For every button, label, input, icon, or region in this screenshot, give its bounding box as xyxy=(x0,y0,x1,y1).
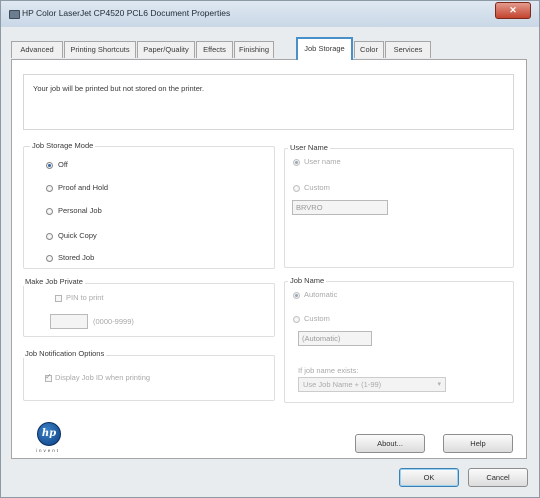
job-name-field[interactable]: (Automatic) xyxy=(298,331,372,346)
tab-job-storage[interactable]: Job Storage xyxy=(296,37,353,60)
radio-off-label: Off xyxy=(58,160,68,169)
hp-logo: hp xyxy=(37,422,61,446)
user-name-field[interactable]: BRVRO xyxy=(292,200,388,215)
info-box: Your job will be printed but not stored … xyxy=(23,74,514,130)
radio-personal-job-label: Personal Job xyxy=(58,206,102,215)
radio-user-name-label: User name xyxy=(304,157,341,166)
tab-finishing[interactable]: Finishing xyxy=(234,41,274,58)
pin-to-print-checkbox[interactable] xyxy=(55,295,62,302)
cancel-button[interactable]: Cancel xyxy=(468,468,528,487)
tab-advanced[interactable]: Advanced xyxy=(11,41,63,58)
radio-user-custom-label: Custom xyxy=(304,183,330,192)
window-title: HP Color LaserJet CP4520 PCL6 Document P… xyxy=(22,8,231,18)
close-icon: ✕ xyxy=(509,5,517,15)
make-job-private-title: Make Job Private xyxy=(23,277,85,286)
tab-paper-quality[interactable]: Paper/Quality xyxy=(137,41,195,58)
radio-stored-job-label: Stored Job xyxy=(58,253,95,262)
close-button[interactable]: ✕ xyxy=(495,2,531,19)
job-name-exists-select[interactable]: Use Job Name + (1-99) ▾ xyxy=(298,377,446,392)
job-notification-title: Job Notification Options xyxy=(23,349,107,358)
title-bar: HP Color LaserJet CP4520 PCL6 Document P… xyxy=(1,1,539,27)
radio-personal-job[interactable] xyxy=(46,208,53,215)
radio-stored-job[interactable] xyxy=(46,255,53,262)
tab-services[interactable]: Services xyxy=(385,41,431,58)
ok-button[interactable]: OK xyxy=(399,468,459,487)
job-storage-mode-title: Job Storage Mode xyxy=(30,141,96,150)
pin-field[interactable] xyxy=(50,314,88,329)
radio-job-automatic-label: Automatic xyxy=(304,290,338,299)
chevron-down-icon: ▾ xyxy=(437,381,441,388)
radio-quick-copy[interactable] xyxy=(46,233,53,240)
display-job-id-checkbox[interactable] xyxy=(45,372,52,382)
radio-user-name[interactable] xyxy=(293,159,300,166)
help-button[interactable]: Help xyxy=(443,434,513,453)
display-job-id-label: Display Job ID when printing xyxy=(55,373,151,382)
tab-color[interactable]: Color xyxy=(354,41,384,58)
radio-quick-copy-label: Quick Copy xyxy=(58,231,97,240)
radio-job-custom[interactable] xyxy=(293,316,300,323)
radio-user-custom[interactable] xyxy=(293,185,300,192)
radio-proof-and-hold-label: Proof and Hold xyxy=(58,183,109,192)
pin-to-print-label: PIN to print xyxy=(66,293,104,302)
about-button[interactable]: About... xyxy=(355,434,425,453)
tab-effects[interactable]: Effects xyxy=(196,41,233,58)
user-name-title: User Name xyxy=(288,143,330,152)
radio-off[interactable] xyxy=(46,162,53,169)
pin-range-label: (0000-9999) xyxy=(93,317,134,326)
document-properties-window: HP Color LaserJet CP4520 PCL6 Document P… xyxy=(0,0,540,498)
job-name-exists-label: If job name exists: xyxy=(298,366,359,375)
info-text: Your job will be printed but not stored … xyxy=(33,84,205,93)
radio-job-automatic[interactable] xyxy=(293,292,300,299)
job-name-title: Job Name xyxy=(288,276,327,285)
radio-proof-and-hold[interactable] xyxy=(46,185,53,192)
radio-job-custom-label: Custom xyxy=(304,314,330,323)
hp-tagline: invent xyxy=(36,448,61,453)
printer-icon xyxy=(9,10,20,19)
tab-printing-shortcuts[interactable]: Printing Shortcuts xyxy=(64,41,136,58)
job-name-exists-value: Use Job Name + (1-99) xyxy=(303,380,382,389)
